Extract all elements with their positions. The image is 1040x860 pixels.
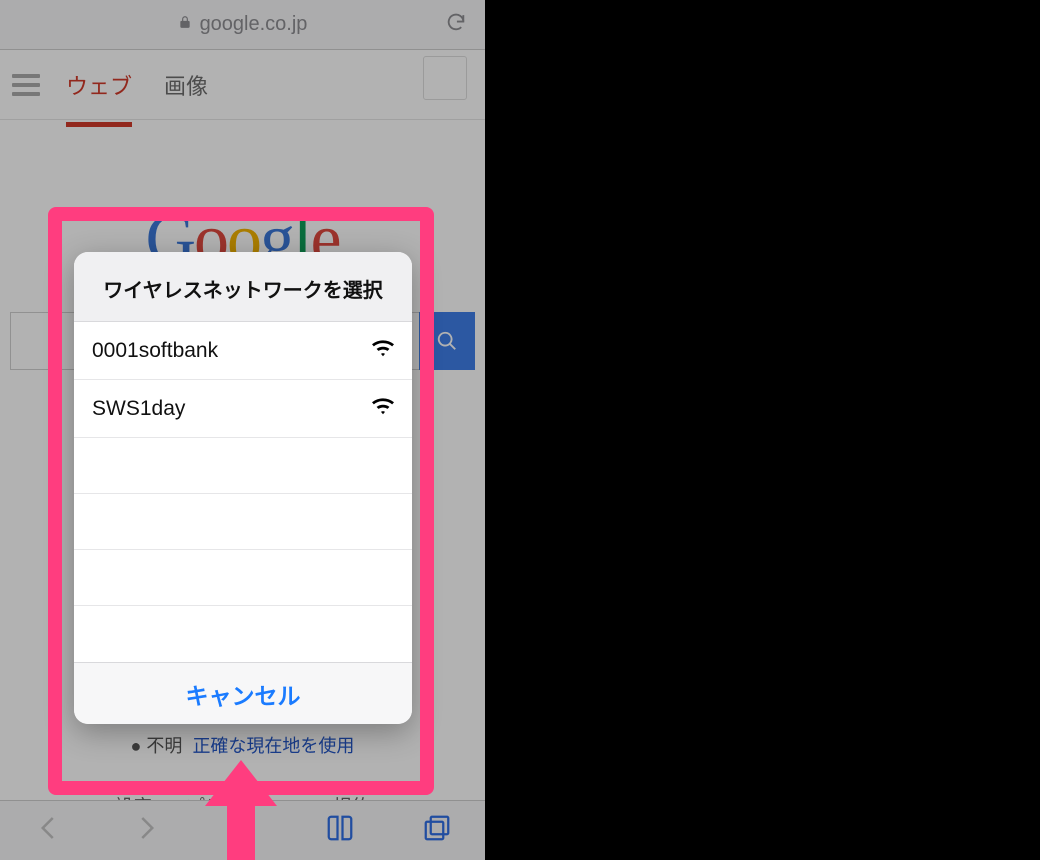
cancel-button[interactable]: キャンセル (74, 662, 412, 724)
wifi-signal-icon (372, 397, 394, 421)
dialog-title: ワイヤレスネットワークを選択 (74, 252, 412, 322)
wifi-network-item[interactable]: 0001softbank (74, 322, 412, 380)
wifi-empty-row (74, 550, 412, 606)
wifi-empty-row (74, 606, 412, 662)
wifi-network-list: 0001softbank SWS1day (74, 322, 412, 662)
wifi-signal-icon (372, 339, 394, 363)
wifi-network-item[interactable]: SWS1day (74, 380, 412, 438)
wifi-empty-row (74, 438, 412, 494)
letterbox-right (485, 0, 1040, 860)
wifi-ssid: 0001softbank (92, 339, 218, 363)
wifi-empty-row (74, 494, 412, 550)
wifi-ssid: SWS1day (92, 397, 185, 421)
phone-screen: google.co.jp ウェブ 画像 Google ● 不明 (0, 0, 485, 860)
wifi-select-dialog: ワイヤレスネットワークを選択 0001softbank SWS1day キャンセ… (74, 252, 412, 724)
